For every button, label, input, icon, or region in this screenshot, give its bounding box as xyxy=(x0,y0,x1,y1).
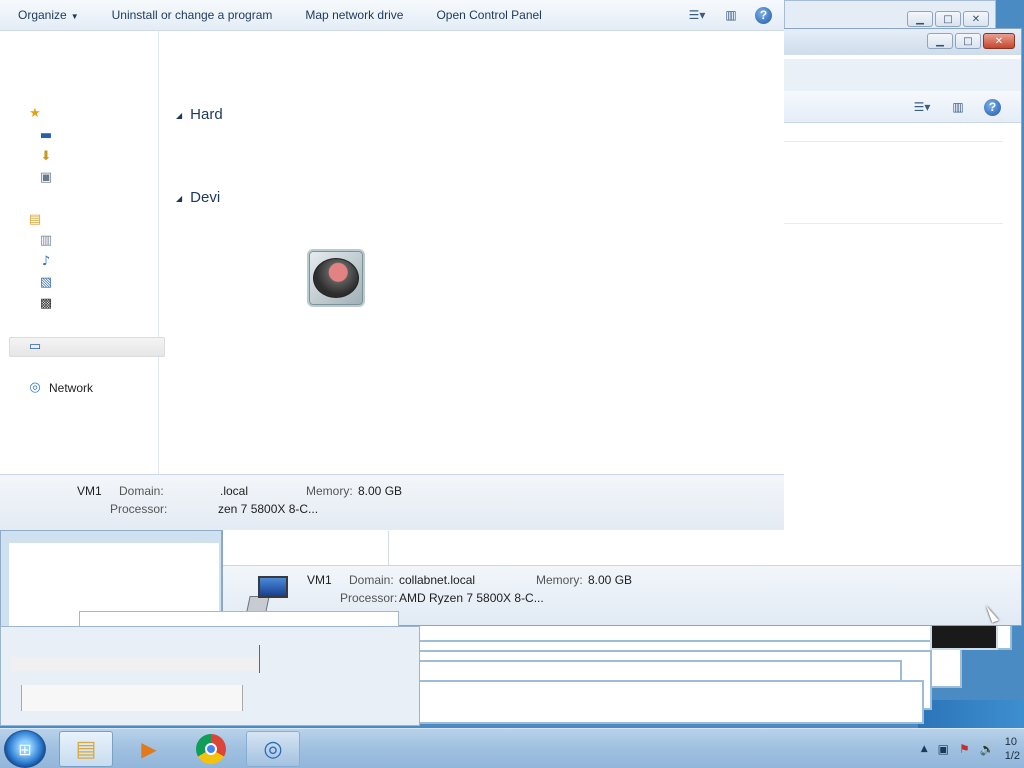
details-pane: VM1 Domain: .local Memory: 8.00 GB Proce… xyxy=(0,474,784,530)
view-options-icon[interactable]: ☰▾ xyxy=(912,97,932,117)
start-button[interactable]: ⊞ xyxy=(4,730,46,768)
background-dialog[interactable] xyxy=(0,626,420,726)
close-button[interactable]: ✕ xyxy=(983,33,1015,49)
maximize-button[interactable]: □ xyxy=(935,11,961,27)
map-network-drive-button[interactable]: Map network drive xyxy=(287,8,418,22)
group-label: Devi xyxy=(190,189,221,206)
dialog-row xyxy=(11,657,259,671)
chevron-down-icon: ▼ xyxy=(70,12,79,21)
close-button[interactable]: ✕ xyxy=(963,11,989,27)
pictures-icon[interactable]: ▧ xyxy=(38,275,54,291)
clock-time: 10 xyxy=(1004,736,1017,748)
domain-value: collabnet.local xyxy=(399,573,476,587)
processor-value: zen 7 5800X 8-C... xyxy=(218,502,319,516)
chrome-icon xyxy=(196,734,226,764)
minimize-button[interactable]: ▁ xyxy=(907,11,933,27)
view-options-icon[interactable]: ☰▾ xyxy=(687,5,707,25)
favorites-star-icon[interactable]: ★ xyxy=(27,106,43,122)
computer-window[interactable]: Organize ▼ Uninstall or change a program … xyxy=(0,0,784,530)
action-center-icon[interactable]: ⚑ xyxy=(959,742,970,756)
help-icon[interactable]: ? xyxy=(984,98,1001,116)
recent-places-icon[interactable]: ▣ xyxy=(38,170,54,186)
domain-value: .local xyxy=(220,484,249,498)
group-header-devices[interactable]: ◢ Devi xyxy=(176,189,220,206)
column-divider xyxy=(388,531,389,565)
collapse-triangle-icon: ◢ xyxy=(176,193,183,203)
group-label: Hard xyxy=(190,106,223,123)
network-tray-icon[interactable]: ▣ xyxy=(938,742,949,756)
clock[interactable]: 10 1/2 xyxy=(1005,735,1020,763)
processor-value: AMD Ryzen 7 5800X 8-C... xyxy=(399,591,544,605)
open-control-panel-button[interactable]: Open Control Panel xyxy=(418,8,556,22)
taskbar-chrome[interactable] xyxy=(184,731,238,767)
uninstall-program-button[interactable]: Uninstall or change a program xyxy=(94,8,288,22)
processor-label: Processor: xyxy=(110,502,168,516)
organize-label: Organize xyxy=(18,8,67,22)
computer-icon xyxy=(246,574,290,612)
downloads-icon[interactable]: ⬇ xyxy=(38,149,54,165)
taskbar-media-player[interactable]: ▶ xyxy=(122,731,176,767)
processor-label: Processor: xyxy=(340,591,398,605)
volume-icon[interactable]: 🔊 xyxy=(980,742,995,756)
command-bar: Organize ▼ Uninstall or change a program … xyxy=(0,0,784,31)
background-window[interactable] xyxy=(930,622,998,650)
taskbar-windows-explorer[interactable]: ▤ xyxy=(59,731,113,767)
collapse-triangle-icon: ◢ xyxy=(176,110,183,120)
divider xyxy=(259,645,260,673)
music-icon[interactable]: ♪ xyxy=(38,254,54,270)
domain-label: Domain: xyxy=(349,573,394,587)
taskbar: ⊞ ▤ ▶ ◎ ▲ ▣ ⚑ 🔊 10 1/2 xyxy=(0,728,1024,768)
media-player-icon: ▶ xyxy=(141,737,157,761)
help-icon[interactable]: ? xyxy=(755,6,772,24)
text-field[interactable] xyxy=(21,685,243,711)
documents-icon[interactable]: ▥ xyxy=(38,233,54,249)
memory-value: 8.00 GB xyxy=(358,484,403,498)
group-header-hard-disk-drives[interactable]: ◢ Hard xyxy=(176,106,223,123)
preview-pane-icon[interactable]: ▥ xyxy=(948,97,968,117)
nav-item-computer[interactable]: ▭ xyxy=(9,337,165,357)
network-globe-icon: ◎ xyxy=(263,736,283,762)
computer-icon: ▭ xyxy=(28,339,42,354)
domain-label: Domain: xyxy=(119,484,164,498)
show-hidden-icons-icon[interactable]: ▲ xyxy=(921,744,928,754)
memory-label: Memory: xyxy=(536,573,583,587)
computer-name: VM1 xyxy=(77,484,102,498)
network-icon[interactable]: ◎ xyxy=(27,380,43,396)
maximize-button[interactable]: □ xyxy=(955,33,981,49)
dvd-drive-icon[interactable] xyxy=(307,249,365,307)
desktop-background xyxy=(918,700,1024,730)
memory-value: 8.00 GB xyxy=(588,573,633,587)
desktop-icon[interactable]: ▬ xyxy=(38,128,54,144)
windows-logo-icon: ⊞ xyxy=(18,739,32,759)
navigation-pane: ★ ▬ ⬇ ▣ ▤ ▥ ♪ ▧ ▩ ▭ ◎ Network xyxy=(0,31,165,474)
organize-button[interactable]: Organize ▼ xyxy=(0,8,94,22)
nav-item-network[interactable]: Network xyxy=(49,381,93,395)
libraries-icon[interactable]: ▤ xyxy=(27,212,43,228)
computer-name: VM1 xyxy=(307,573,332,587)
system-tray: ▲ ▣ ⚑ 🔊 10 1/2 xyxy=(921,729,1024,768)
preview-pane-icon[interactable]: ▥ xyxy=(721,5,741,25)
folder-icon: ▤ xyxy=(75,736,97,762)
taskbar-network-globe[interactable]: ◎ xyxy=(246,731,300,767)
background-window[interactable] xyxy=(412,680,924,724)
videos-icon[interactable]: ▩ xyxy=(38,296,54,312)
minimize-button[interactable]: ▁ xyxy=(927,33,953,49)
memory-label: Memory: xyxy=(306,484,353,498)
clock-date: 1/2 xyxy=(1004,750,1020,762)
